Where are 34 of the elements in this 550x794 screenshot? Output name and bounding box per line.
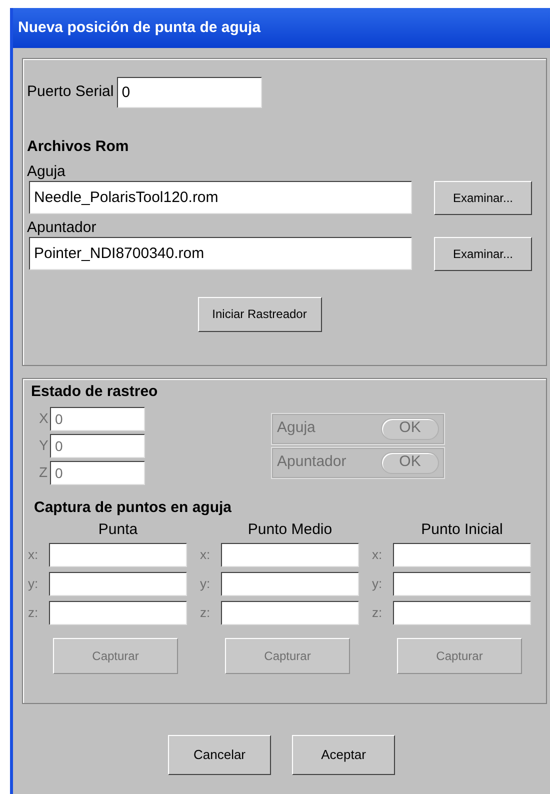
status-pill: OK	[381, 452, 439, 474]
port-label: Puerto Serial	[27, 82, 114, 102]
axis-label: x:	[200, 546, 212, 564]
dialog-button[interactable]: Aceptar	[292, 735, 395, 775]
start-tracker-button[interactable]: Iniciar Rastreador	[198, 296, 322, 332]
dialog-button[interactable]: Cancelar	[168, 735, 271, 775]
coordinate-label: Y	[39, 436, 49, 455]
status-pill: OK	[381, 418, 439, 440]
section-heading: Estado de rastreo	[31, 382, 159, 402]
axis-label: y:	[28, 574, 40, 593]
axis-label: z:	[372, 604, 384, 622]
tool-label: Apuntador	[277, 452, 346, 472]
column-title: Punto Medio	[246, 520, 334, 540]
tool-label: Aguja	[277, 418, 316, 438]
axis-label: z:	[28, 604, 40, 622]
coordinate-label: X	[39, 409, 49, 428]
browse-button[interactable]: Examinar...	[434, 236, 532, 270]
coordinate-label: Z	[39, 463, 49, 482]
column-title: Punto Inicial	[420, 520, 504, 540]
axis-label: y:	[372, 574, 384, 593]
file-path-field[interactable]: Needle_PolarisTool120.rom	[29, 181, 412, 214]
column-title: Punta	[97, 520, 139, 540]
file-label: Aguja	[27, 162, 66, 180]
axis-label: z:	[200, 604, 212, 622]
port-field[interactable]: 0	[116, 77, 262, 108]
axis-label: y:	[200, 574, 212, 593]
file-path-field[interactable]: Pointer_NDI8700340.rom	[29, 237, 412, 270]
browse-button[interactable]: Examinar...	[434, 180, 532, 214]
file-label: Apuntador	[27, 218, 98, 236]
section-heading: Captura de puntos en aguja	[33, 498, 233, 518]
axis-label: x:	[372, 546, 384, 564]
section-heading: Archivos Rom	[27, 137, 130, 157]
window-title: Nueva posición de punta de aguja	[18, 18, 261, 38]
axis-label: x:	[28, 546, 40, 564]
